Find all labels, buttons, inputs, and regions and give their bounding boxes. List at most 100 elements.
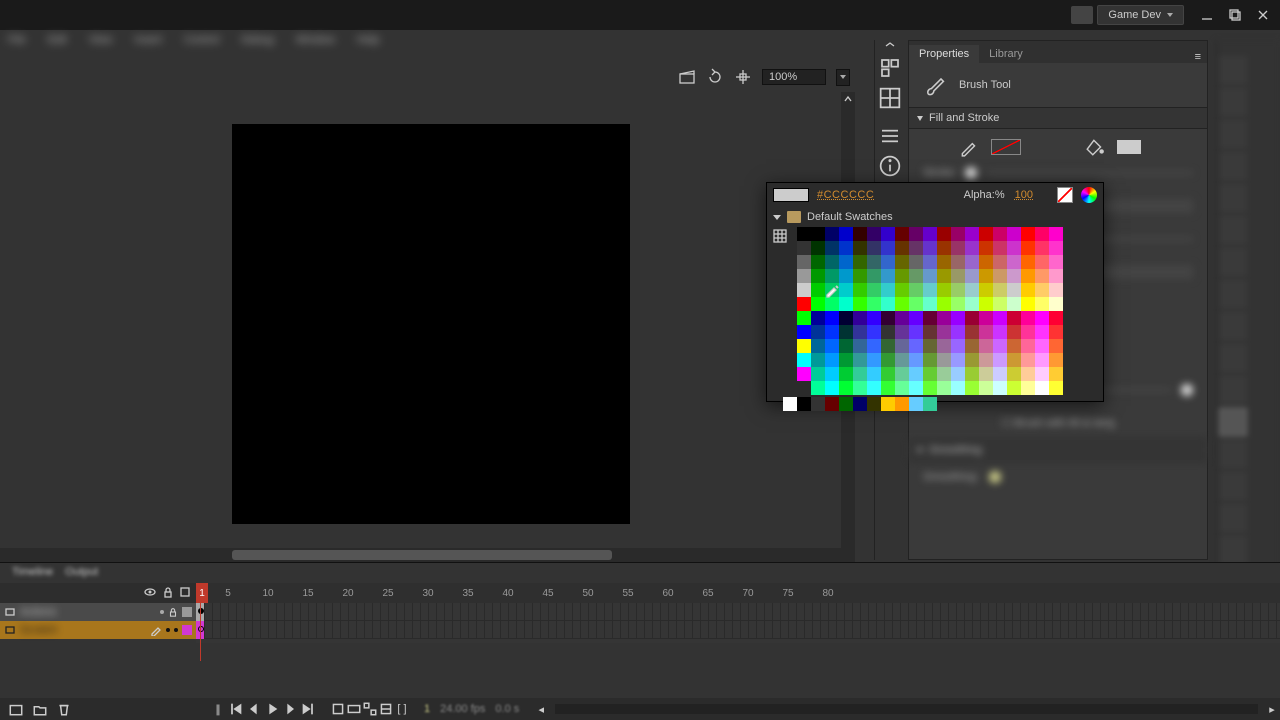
swatch-cell[interactable] [1007,241,1021,255]
onion-outline-icon[interactable] [346,701,362,717]
swatch-cell[interactable] [909,367,923,381]
swatch-cell[interactable] [993,297,1007,311]
swatch-cell[interactable] [797,353,811,367]
tab-output[interactable]: Output [65,566,98,578]
swatch-cell[interactable] [1021,227,1035,241]
swatch-cell[interactable] [1035,283,1049,297]
swatch-cell[interactable] [951,381,965,395]
swatch-cell[interactable] [797,255,811,269]
new-folder-icon[interactable] [32,701,48,717]
swatch-cell[interactable] [895,339,909,353]
alpha-value-field[interactable]: 100 [1015,189,1033,201]
swatch-cell[interactable] [811,255,825,269]
swatch-cell[interactable] [895,227,909,241]
swatch-cell[interactable] [895,269,909,283]
swatch-cell[interactable] [1007,381,1021,395]
swatch-cell[interactable] [937,283,951,297]
dock-collapse-icon[interactable] [875,40,904,50]
tool-3d-rotate[interactable] [1219,152,1247,180]
swatch-cell[interactable] [881,381,895,395]
swatch-cell[interactable] [937,367,951,381]
section-smoothing[interactable]: Smoothing [909,439,1207,461]
twirl-down-icon[interactable] [773,215,781,220]
tool-subselect[interactable] [1219,88,1247,116]
swatch-cell[interactable] [1007,325,1021,339]
swatch-cell[interactable] [951,311,965,325]
swatch-cell[interactable] [811,367,825,381]
swatch-cell[interactable] [839,353,853,367]
swatch-cell[interactable] [923,297,937,311]
swatch-cell[interactable] [979,381,993,395]
new-layer-icon[interactable] [8,701,24,717]
swatch-cell[interactable] [1007,311,1021,325]
swatch-cell[interactable] [811,297,825,311]
swatch-cell[interactable] [797,269,811,283]
swatch-cell[interactable] [979,255,993,269]
swatch-cell[interactable] [923,227,937,241]
swatch-cell[interactable] [923,397,937,411]
section-fill-and-stroke[interactable]: Fill and Stroke [909,107,1207,129]
center-stage-icon[interactable] [734,68,752,86]
swatch-cell[interactable] [951,283,965,297]
swatch-cell[interactable] [797,339,811,353]
swatch-cell[interactable] [1049,255,1063,269]
swatch-cell[interactable] [979,241,993,255]
swatch-cell[interactable] [853,255,867,269]
swatch-cell[interactable] [1035,255,1049,269]
swatch-cell[interactable] [867,227,881,241]
zoom-field[interactable]: 100% [762,69,826,85]
swatch-cell[interactable] [993,227,1007,241]
swatch-cell[interactable] [853,311,867,325]
swatch-cell[interactable] [895,325,909,339]
hex-value-field[interactable]: #CCCCCC [817,189,874,201]
swatch-cell[interactable] [825,283,839,297]
maximize-button[interactable] [1222,4,1248,26]
swatch-cell[interactable] [783,397,797,411]
swatch-cell[interactable] [1021,353,1035,367]
swatch-cell[interactable] [937,381,951,395]
swatch-cell[interactable] [923,367,937,381]
swatch-cell[interactable] [867,339,881,353]
swatch-cell[interactable] [881,339,895,353]
swatch-cell[interactable] [951,297,965,311]
swatch-cell[interactable] [811,241,825,255]
swatch-cell[interactable] [853,339,867,353]
swatch-cell[interactable] [937,255,951,269]
swatch-cell[interactable] [937,227,951,241]
swatch-cell[interactable] [839,339,853,353]
scrollbar-thumb[interactable] [232,550,612,560]
swatch-cell[interactable] [909,311,923,325]
swatch-cell[interactable] [1049,311,1063,325]
swatch-cell[interactable] [1035,311,1049,325]
swatch-cell[interactable] [839,325,853,339]
swatch-cell[interactable] [1035,325,1049,339]
fill-color-swatch[interactable] [1117,140,1141,154]
swatch-cell[interactable] [1035,339,1049,353]
swatch-cell[interactable] [839,241,853,255]
dock-align-icon[interactable] [878,56,902,80]
swatch-cell[interactable] [867,367,881,381]
play-icon[interactable] [264,701,280,717]
swatch-cell[interactable] [965,283,979,297]
swatch-cell[interactable] [1021,297,1035,311]
swatch-cell[interactable] [867,255,881,269]
swatch-cell[interactable] [1021,367,1035,381]
swatch-cell[interactable] [979,353,993,367]
swatch-cell[interactable] [1049,227,1063,241]
lock-icon[interactable] [168,607,178,617]
swatch-cell[interactable] [937,339,951,353]
swatch-cell[interactable] [1021,325,1035,339]
swatch-cell[interactable] [1007,255,1021,269]
swatch-cell[interactable] [853,381,867,395]
close-button[interactable] [1250,4,1276,26]
swatch-cell[interactable] [853,269,867,283]
swatch-cell[interactable] [923,255,937,269]
swatch-cell[interactable] [1049,339,1063,353]
swatch-cell[interactable] [1049,283,1063,297]
swatch-cell[interactable] [825,227,839,241]
swatch-cell[interactable] [853,297,867,311]
swatch-cell[interactable] [1021,311,1035,325]
swatch-cell[interactable] [1021,283,1035,297]
swatch-cell[interactable] [923,269,937,283]
no-color-icon[interactable] [1057,187,1073,203]
